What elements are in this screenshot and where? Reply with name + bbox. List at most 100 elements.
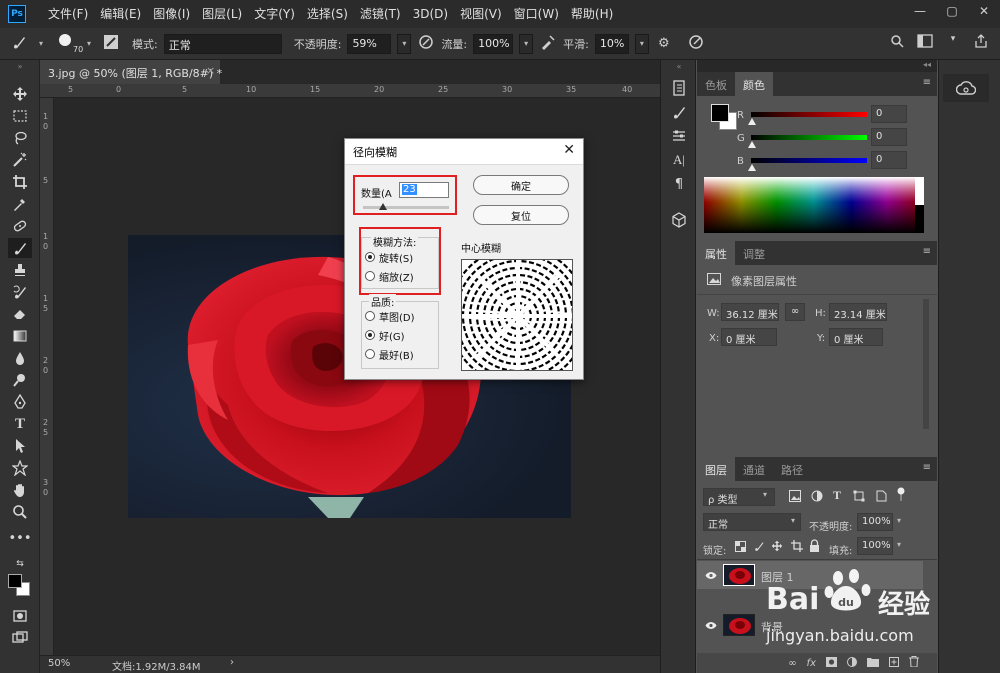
history-brush-tool-icon[interactable]: [8, 282, 32, 302]
layer-opacity-chevron-down-icon[interactable]: ▾: [897, 516, 901, 525]
blur-center-preview[interactable]: [461, 259, 573, 371]
color-spectrum[interactable]: [704, 177, 924, 233]
red-slider[interactable]: [751, 112, 867, 117]
menu-file[interactable]: 文件(F): [42, 0, 94, 28]
panel-menu-icon[interactable]: ≡: [923, 246, 931, 257]
red-value-input[interactable]: 0: [871, 105, 907, 123]
status-menu-arrow-icon[interactable]: ›: [230, 657, 234, 668]
opacity-input[interactable]: 59%: [347, 33, 392, 54]
layer-opacity-input[interactable]: 100%: [857, 513, 893, 531]
path-selection-tool-icon[interactable]: [8, 436, 32, 456]
quick-mask-icon[interactable]: [8, 606, 32, 626]
filter-type-icon[interactable]: T: [833, 488, 841, 503]
amount-slider-track[interactable]: [363, 206, 449, 209]
gradient-tool-icon[interactable]: [8, 326, 32, 346]
blend-mode-select[interactable]: 正常: [703, 513, 801, 531]
workspace-icon[interactable]: [916, 34, 934, 52]
panel-menu-icon[interactable]: ≡: [923, 77, 931, 88]
color-swatches[interactable]: [8, 574, 34, 600]
best-radio[interactable]: [365, 349, 375, 359]
workspace-chevron-down-icon[interactable]: ▾: [944, 34, 962, 52]
flow-chevron-down-icon[interactable]: ▾: [519, 33, 534, 54]
green-slider[interactable]: [751, 135, 867, 140]
minimize-icon[interactable]: —: [904, 0, 936, 22]
brush-tool-icon[interactable]: [10, 34, 28, 54]
close-icon[interactable]: ×: [206, 64, 215, 77]
opacity-chevron-down-icon[interactable]: ▾: [397, 33, 412, 54]
crop-tool-icon[interactable]: [8, 172, 32, 192]
width-input[interactable]: 36.12 厘米: [721, 303, 779, 321]
link-icon[interactable]: ∞: [785, 303, 805, 321]
pressure-size-icon[interactable]: [687, 34, 705, 54]
tab-paths[interactable]: 路径: [773, 457, 811, 481]
filter-smart-object-icon[interactable]: [875, 490, 887, 505]
x-input[interactable]: 0 厘米: [721, 328, 777, 346]
blue-slider-thumb[interactable]: [748, 164, 756, 171]
swap-colors-icon[interactable]: ⇆: [8, 554, 32, 574]
character-panel-icon[interactable]: A|: [669, 150, 689, 170]
menu-3d[interactable]: 3D(D): [407, 0, 454, 28]
hand-tool-icon[interactable]: [8, 480, 32, 500]
menu-edit[interactable]: 编辑(E): [94, 0, 147, 28]
green-slider-thumb[interactable]: [748, 141, 756, 148]
draft-radio[interactable]: [365, 311, 375, 321]
search-icon[interactable]: [888, 34, 906, 52]
clone-stamp-tool-icon[interactable]: [8, 260, 32, 280]
type-tool-icon[interactable]: T: [8, 414, 32, 434]
eye-icon[interactable]: [705, 570, 717, 583]
document-tab[interactable]: 3.jpg @ 50% (图层 1, RGB/8#) *: [40, 60, 222, 84]
menu-filter[interactable]: 滤镜(T): [354, 0, 407, 28]
spectrum-black-swatch[interactable]: [915, 205, 924, 233]
restore-icon[interactable]: ▢: [936, 0, 968, 22]
tab-color[interactable]: 颜色: [735, 72, 773, 96]
blue-slider[interactable]: [751, 158, 867, 163]
tab-channels[interactable]: 通道: [735, 457, 773, 481]
filter-chevron-down-icon[interactable]: ▾: [763, 490, 767, 499]
menu-image[interactable]: 图像(I): [147, 0, 196, 28]
eye-icon[interactable]: [705, 620, 717, 633]
creative-cloud-libraries-icon[interactable]: [943, 74, 989, 102]
adjustments-panel-icon[interactable]: [669, 126, 689, 146]
zoom-tool-icon[interactable]: [8, 502, 32, 522]
spectrum-white-swatch[interactable]: [915, 177, 924, 205]
magic-wand-tool-icon[interactable]: [8, 150, 32, 170]
panel-menu-icon[interactable]: ≡: [923, 462, 931, 473]
menu-help[interactable]: 帮助(H): [565, 0, 619, 28]
menu-select[interactable]: 选择(S): [301, 0, 354, 28]
amount-slider-thumb[interactable]: [378, 203, 387, 210]
lock-pixels-brush-icon[interactable]: [753, 540, 765, 555]
move-tool-icon[interactable]: [8, 84, 32, 104]
fill-input[interactable]: 100%: [857, 537, 893, 555]
brush-settings-icon[interactable]: [102, 34, 120, 54]
blur-tool-icon[interactable]: [8, 348, 32, 368]
lock-transparent-icon[interactable]: [735, 541, 746, 555]
filter-toggle-icon[interactable]: [897, 487, 905, 501]
filter-shape-icon[interactable]: [853, 490, 865, 505]
good-radio[interactable]: [365, 330, 375, 340]
airbrush-icon[interactable]: [539, 34, 557, 54]
marquee-tool-icon[interactable]: [8, 106, 32, 126]
close-icon[interactable]: ✕: [563, 142, 575, 158]
foreground-color-swatch-top[interactable]: [711, 104, 729, 122]
lasso-tool-icon[interactable]: [8, 128, 32, 148]
tab-properties[interactable]: 属性: [697, 241, 735, 265]
more-tools-icon[interactable]: •••: [8, 528, 32, 548]
tool-preset-chevron-down-icon[interactable]: ▾: [34, 34, 48, 54]
collapse-panels-icon[interactable]: ◂◂: [923, 60, 931, 69]
reset-button[interactable]: 复位: [473, 205, 569, 225]
dodge-tool-icon[interactable]: [8, 370, 32, 390]
3d-panel-icon[interactable]: [669, 210, 689, 230]
y-input[interactable]: 0 厘米: [829, 328, 883, 346]
filter-pixel-icon[interactable]: [789, 490, 801, 505]
spin-radio[interactable]: [365, 252, 375, 262]
history-panel-icon[interactable]: [669, 78, 689, 98]
eyedropper-tool-icon[interactable]: [8, 194, 32, 214]
blend-chevron-down-icon[interactable]: ▾: [791, 516, 795, 525]
menu-view[interactable]: 视图(V): [454, 0, 508, 28]
red-slider-thumb[interactable]: [748, 118, 756, 125]
filter-adjustment-icon[interactable]: [811, 490, 823, 505]
menu-layer[interactable]: 图层(L): [196, 0, 248, 28]
green-value-input[interactable]: 0: [871, 128, 907, 146]
paragraph-panel-icon[interactable]: ¶: [669, 174, 689, 194]
lock-artboard-icon[interactable]: [791, 540, 803, 555]
